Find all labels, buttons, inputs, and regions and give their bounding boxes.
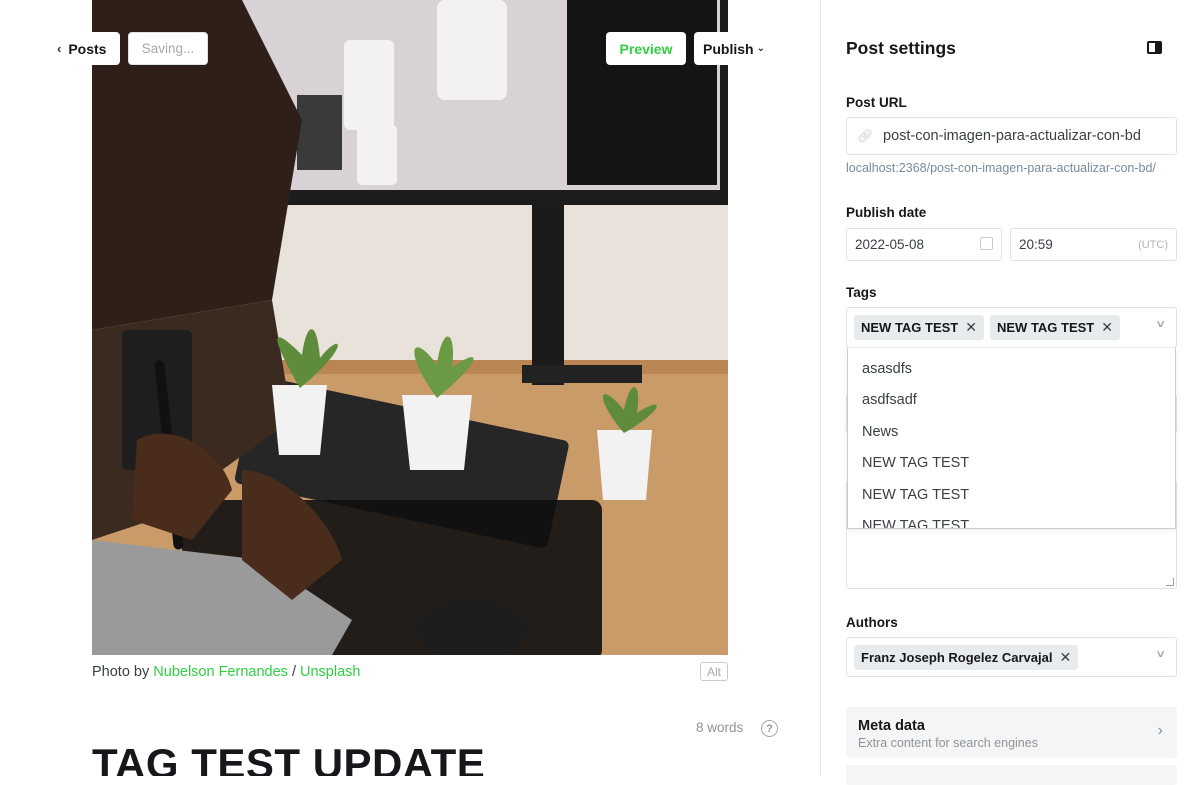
timezone-label: (UTC) [1138, 238, 1168, 251]
post-settings-panel: Post settings Post URL 🔗︎ post-con-image… [820, 0, 1200, 785]
publish-time-value: 20:59 [1019, 237, 1053, 252]
feature-image-illustration [92, 0, 728, 655]
post-url-label: Post URL [846, 95, 907, 110]
tags-label: Tags [846, 285, 877, 300]
publish-button[interactable]: Publish ⌄ [694, 32, 774, 65]
publish-label: Publish [703, 40, 754, 57]
dropdown-option[interactable]: NEW TAG TEST [848, 479, 1175, 511]
post-url-input[interactable]: 🔗︎ post-con-imagen-para-actualizar-con-b… [846, 117, 1177, 155]
publish-date-input[interactable]: 2022-05-08 [846, 228, 1002, 261]
publish-date-value: 2022-05-08 [855, 237, 925, 252]
help-icon[interactable]: ? [761, 720, 778, 737]
image-caption[interactable]: Photo by Nubelson Fernandes / Unsplash [92, 664, 360, 680]
author-chip: Franz Joseph Rogelez Carvajal ✕ [854, 644, 1079, 670]
authors-label: Authors [846, 615, 898, 630]
remove-tag-icon[interactable]: ✕ [965, 319, 977, 336]
caption-author-link[interactable]: Nubelson Fernandes [153, 664, 288, 680]
tags-input[interactable]: NEW TAG TEST ✕ NEW TAG TEST ✕ ∨ [846, 307, 1177, 348]
editor-area: ‹ Posts Saving... Preview Publish ⌄ Phot… [0, 0, 820, 776]
tag-chip-label: NEW TAG TEST [861, 320, 959, 335]
meta-data-title: Meta data [858, 718, 925, 734]
dropdown-option[interactable]: asasdfs [848, 353, 1175, 385]
chevron-down-icon[interactable]: ∨ [1155, 319, 1166, 330]
saving-status: Saving... [128, 32, 208, 65]
meta-data-subtitle: Extra content for search engines [858, 736, 1038, 750]
preview-button[interactable]: Preview [606, 32, 686, 65]
link-icon: 🔗︎ [857, 128, 874, 143]
dropdown-option[interactable]: NEW TAG TEST [848, 448, 1175, 480]
back-label: Posts [68, 40, 107, 57]
publish-date-label: Publish date [846, 205, 927, 220]
chevron-right-icon: › [1157, 722, 1163, 739]
remove-tag-icon[interactable]: ✕ [1101, 319, 1113, 336]
calendar-icon[interactable] [980, 237, 993, 250]
post-url-preview[interactable]: localhost:2368/post-con-imagen-para-actu… [846, 161, 1166, 175]
back-to-posts-button[interactable]: ‹ Posts [48, 32, 120, 65]
caption-separator: / [291, 664, 296, 680]
next-settings-section[interactable] [846, 765, 1177, 785]
feature-image[interactable] [92, 0, 728, 655]
dropdown-option[interactable]: News [848, 416, 1175, 448]
caption-prefix: Photo by [92, 664, 150, 680]
tag-chip: NEW TAG TEST ✕ [990, 315, 1120, 340]
author-chip-label: Franz Joseph Rogelez Carvajal [861, 649, 1053, 665]
word-count: 8 words [696, 720, 744, 735]
caption-source-link[interactable]: Unsplash [300, 664, 360, 680]
tag-chip-label: NEW TAG TEST [997, 320, 1095, 335]
dropdown-option[interactable]: NEW TAG TEST [848, 511, 1175, 528]
post-title[interactable]: TAG TEST UPDATE [92, 740, 485, 776]
meta-data-section[interactable]: Meta data Extra content for search engin… [846, 707, 1177, 758]
chevron-down-icon: ⌄ [756, 43, 765, 54]
authors-input[interactable]: Franz Joseph Rogelez Carvajal ✕ ∨ [846, 637, 1177, 677]
remove-author-icon[interactable]: ✕ [1059, 649, 1071, 666]
resize-handle-icon[interactable] [1166, 578, 1174, 586]
sidebar-toggle-icon[interactable] [1147, 41, 1162, 54]
tags-dropdown[interactable]: asasdfs asdfsadf News NEW TAG TEST NEW T… [847, 347, 1176, 529]
post-url-value: post-con-imagen-para-actualizar-con-bd [883, 128, 1141, 144]
tag-chip: NEW TAG TEST ✕ [854, 315, 984, 340]
publish-time-input[interactable]: 20:59 (UTC) [1010, 228, 1177, 261]
panel-title: Post settings [846, 38, 956, 58]
dropdown-option[interactable]: asdfsadf [848, 385, 1175, 417]
chevron-down-icon[interactable]: ∨ [1155, 649, 1166, 660]
chevron-left-icon: ‹ [57, 41, 62, 56]
alt-text-button[interactable]: Alt [700, 662, 728, 681]
